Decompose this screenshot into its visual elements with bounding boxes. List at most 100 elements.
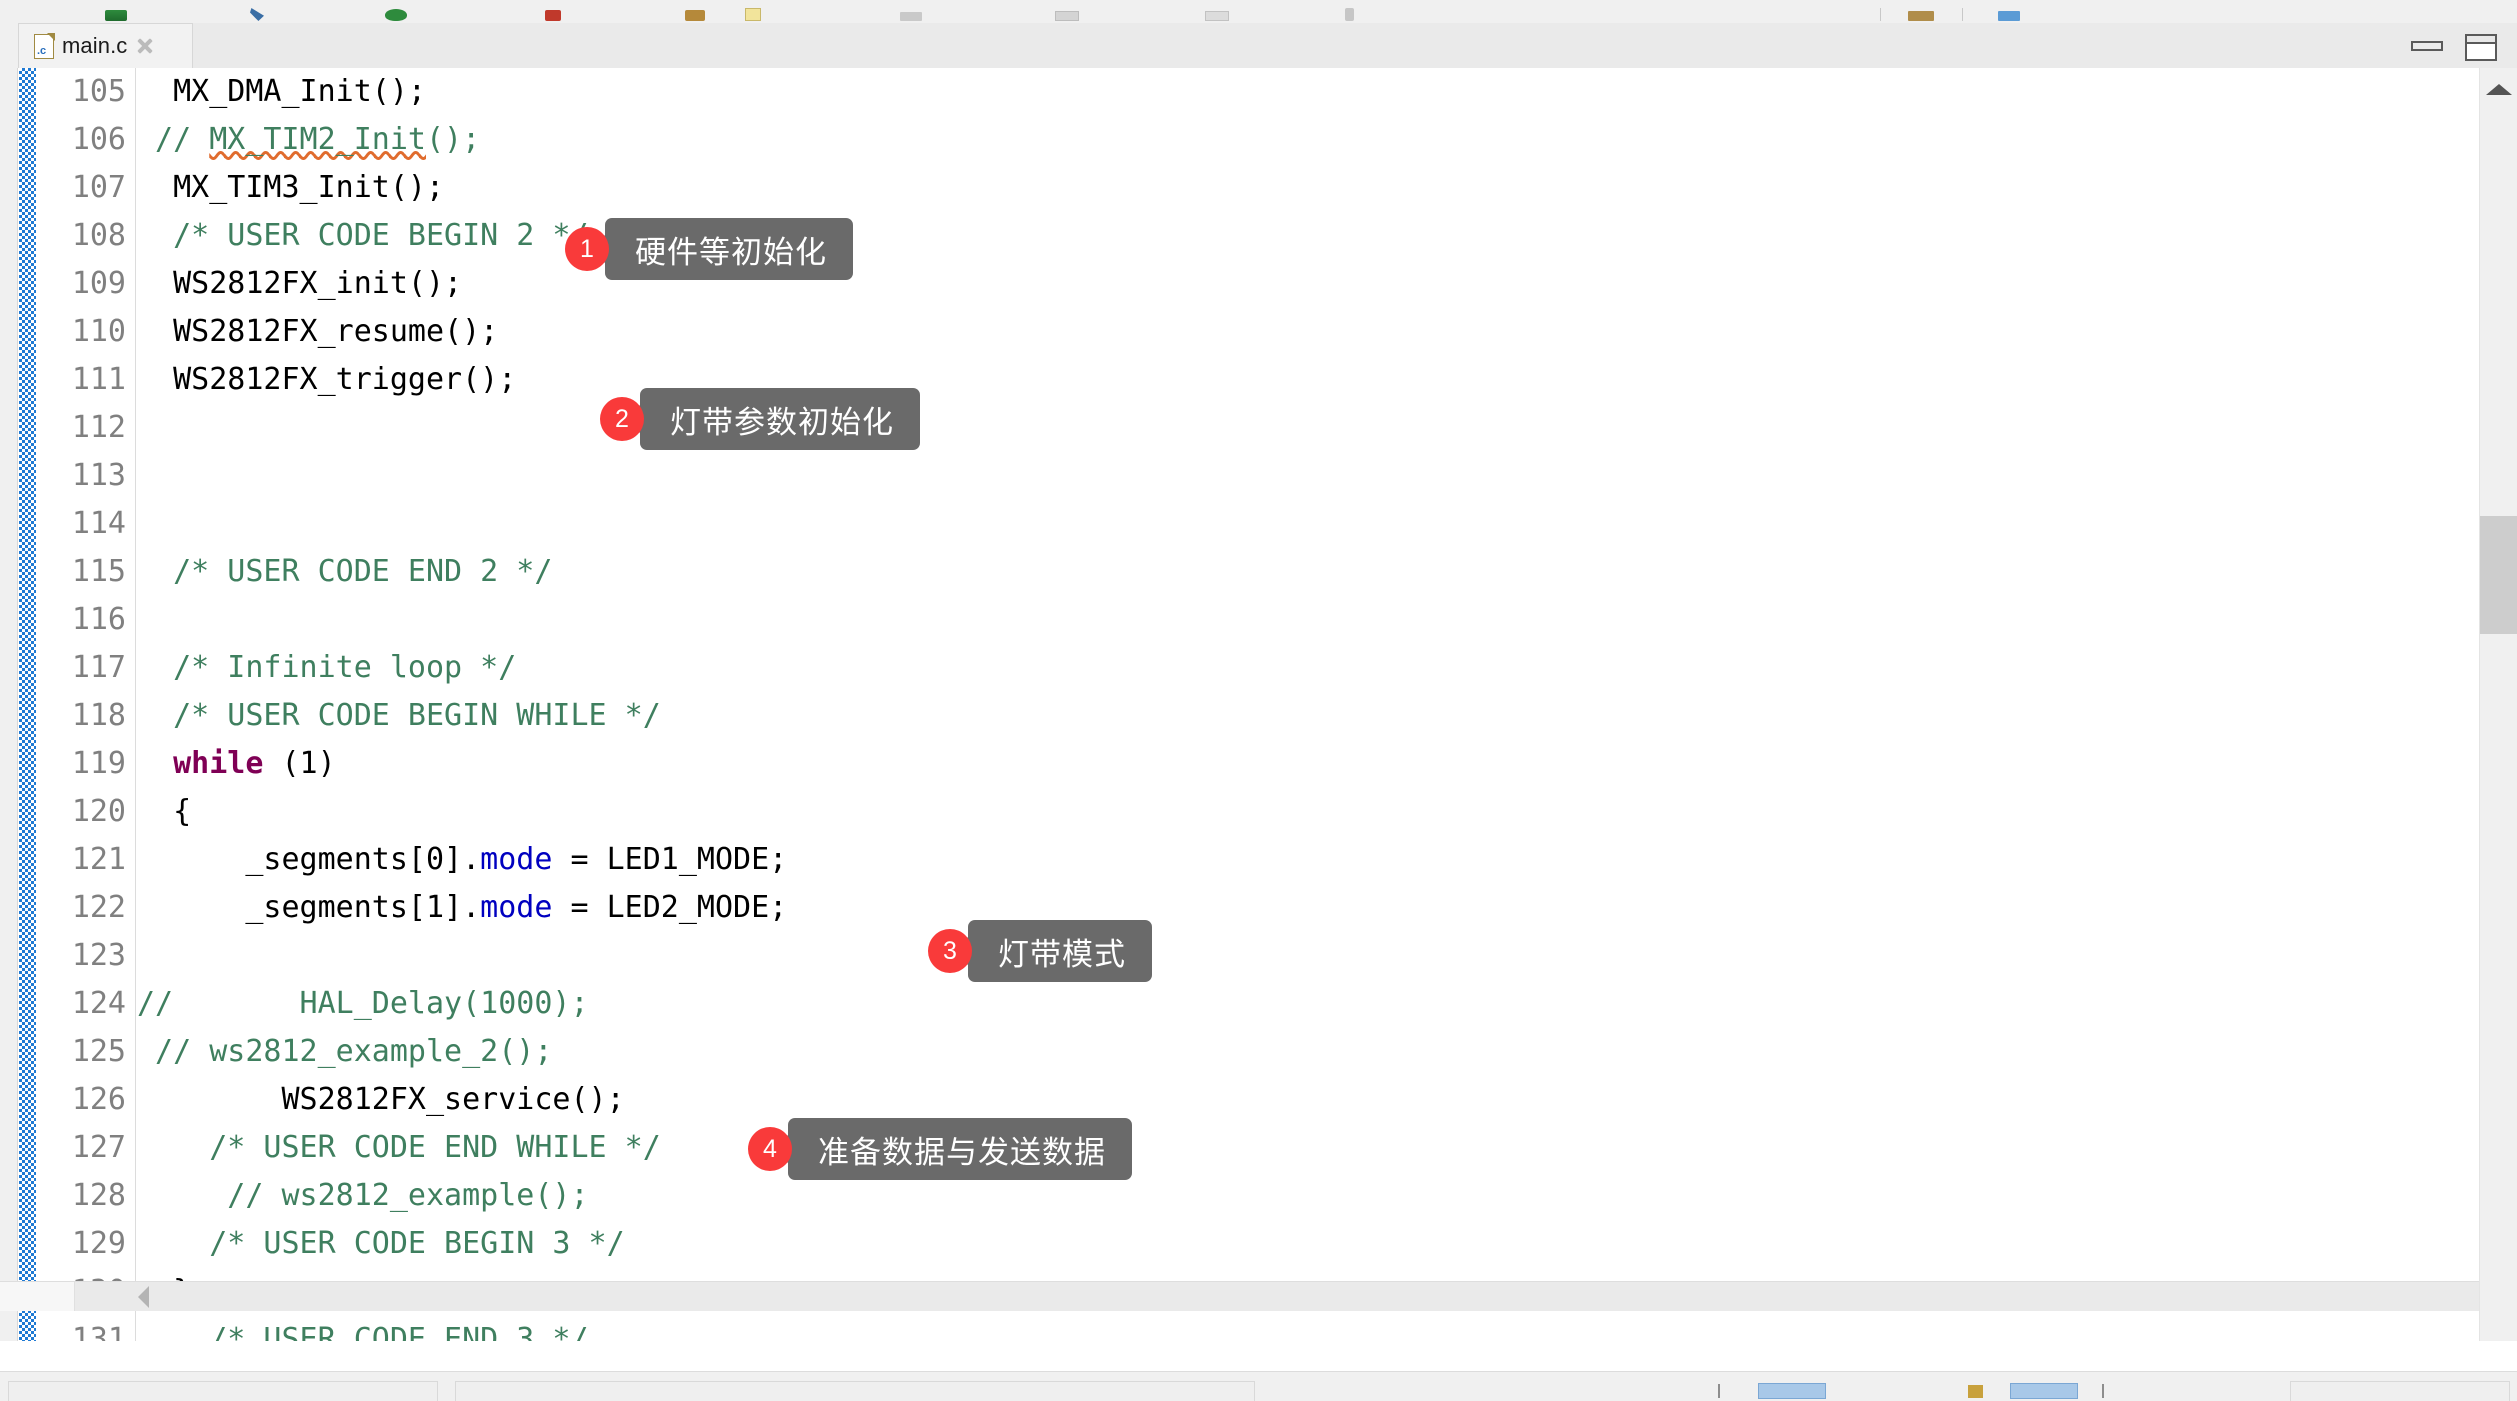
line-text: /* Infinite loop */ bbox=[137, 644, 516, 692]
code-line[interactable]: 119 while (1) bbox=[0, 740, 2517, 788]
annotation-badge: 3 bbox=[928, 929, 972, 973]
line-number: 122 bbox=[71, 890, 126, 925]
c-file-icon-letter: .c bbox=[37, 44, 47, 57]
code-editor[interactable]: 105 MX_DMA_Init(); 106 // MX_TIM2_Init();… bbox=[0, 68, 2517, 1341]
line-text: /* USER CODE BEGIN 2 */ bbox=[137, 212, 588, 260]
close-icon[interactable] bbox=[135, 37, 154, 56]
line-number: 118 bbox=[71, 698, 126, 733]
line-number: 111 bbox=[71, 362, 126, 397]
toolbar-icon-debug[interactable] bbox=[385, 9, 407, 21]
code-line[interactable]: 116 bbox=[0, 596, 2517, 644]
code-line[interactable]: 120 { bbox=[0, 788, 2517, 836]
code-token: /* USER CODE BEGIN WHILE */ bbox=[137, 698, 661, 733]
code-line[interactable]: 121 _segments[0].mode = LED1_MODE; bbox=[0, 836, 2517, 884]
toolbar-icon-note[interactable] bbox=[745, 8, 761, 21]
scrollbar-corner bbox=[0, 1282, 75, 1311]
code-line[interactable]: 122 _segments[1].mode = LED2_MODE; bbox=[0, 884, 2517, 932]
minimize-icon[interactable] bbox=[2411, 41, 2443, 51]
code-token: MX_TIM3_Init(); bbox=[137, 170, 445, 205]
code-line[interactable]: 106 // MX_TIM2_Init(); bbox=[0, 116, 2517, 164]
code-line[interactable]: 110 WS2812FX_resume(); bbox=[0, 308, 2517, 356]
status-panel-right[interactable] bbox=[2290, 1381, 2510, 1401]
code-line[interactable]: 129 /* USER CODE BEGIN 3 */ bbox=[0, 1220, 2517, 1268]
vertical-scrollbar-thumb[interactable] bbox=[2480, 516, 2517, 634]
code-token: mode bbox=[480, 890, 553, 925]
annotation-badge: 4 bbox=[748, 1127, 792, 1171]
line-text: WS2812FX_resume(); bbox=[137, 308, 498, 356]
code-line[interactable]: 113 bbox=[0, 452, 2517, 500]
line-number: 121 bbox=[71, 842, 126, 877]
code-line[interactable]: 131 /* USER CODE END 3 */ bbox=[0, 1316, 2517, 1341]
code-token: = LED1_MODE; bbox=[552, 842, 788, 877]
vertical-scrollbar[interactable] bbox=[2479, 68, 2517, 1341]
toolbar-strip[interactable] bbox=[0, 0, 2517, 22]
code-line[interactable]: 117 /* Infinite loop */ bbox=[0, 644, 2517, 692]
code-line[interactable]: 128 // ws2812_example(); bbox=[0, 1172, 2517, 1220]
toolbar-icon-panel-a[interactable] bbox=[900, 12, 922, 21]
toolbar-icon-folder[interactable] bbox=[685, 10, 705, 21]
status-item-b[interactable] bbox=[2010, 1383, 2078, 1399]
line-text: // ws2812_example(); bbox=[137, 1172, 589, 1220]
line-text: while (1) bbox=[137, 740, 336, 788]
line-number: 109 bbox=[71, 266, 126, 301]
toolbar-icon-run[interactable] bbox=[105, 10, 127, 21]
annotation-callout: 2 灯带参数初始化 bbox=[600, 388, 920, 450]
toolbar-icon-panel-b[interactable] bbox=[1055, 11, 1079, 21]
code-token: _segments[1]. bbox=[137, 890, 481, 925]
code-token: /* USER CODE END 2 */ bbox=[137, 554, 553, 589]
code-line[interactable]: 108 /* USER CODE BEGIN 2 */ bbox=[0, 212, 2517, 260]
horizontal-scrollbar[interactable] bbox=[0, 1281, 2517, 1311]
code-line[interactable]: 109 WS2812FX_init(); bbox=[0, 260, 2517, 308]
code-line[interactable]: 127 /* USER CODE END WHILE */ bbox=[0, 1124, 2517, 1172]
scroll-up-icon[interactable] bbox=[2480, 68, 2517, 110]
code-line[interactable]: 125 // ws2812_example_2(); bbox=[0, 1028, 2517, 1076]
status-item-a[interactable] bbox=[1758, 1383, 1826, 1399]
line-text: _segments[1].mode = LED2_MODE; bbox=[137, 884, 787, 932]
code-text-area[interactable]: 105 MX_DMA_Init(); 106 // MX_TIM2_Init();… bbox=[0, 68, 2517, 1341]
code-token: // ws2812_example(); bbox=[137, 1178, 589, 1213]
code-line[interactable]: 118 /* USER CODE BEGIN WHILE */ bbox=[0, 692, 2517, 740]
tab-main-c[interactable]: .c main.c bbox=[18, 23, 193, 68]
line-text: // HAL_Delay(1000); bbox=[137, 980, 589, 1028]
annotation-label: 准备数据与发送数据 bbox=[788, 1118, 1132, 1180]
status-tick-a bbox=[1718, 1384, 1720, 1398]
code-token: /* USER CODE BEGIN 3 */ bbox=[137, 1226, 625, 1261]
status-panel-left[interactable] bbox=[8, 1381, 438, 1401]
line-text: _segments[0].mode = LED1_MODE; bbox=[137, 836, 787, 884]
line-number: 114 bbox=[71, 506, 126, 541]
status-panel-mid[interactable] bbox=[455, 1381, 1255, 1401]
code-token: WS2812FX_resume(); bbox=[137, 314, 499, 349]
scroll-left-icon[interactable] bbox=[128, 1282, 158, 1311]
code-token: /* USER CODE END WHILE */ bbox=[137, 1130, 661, 1165]
code-line[interactable]: 111 WS2812FX_trigger(); bbox=[0, 356, 2517, 404]
line-number: 126 bbox=[71, 1082, 126, 1117]
editor-tab-bar: .c main.c bbox=[0, 21, 2517, 68]
code-token: (); bbox=[426, 122, 481, 157]
toolbar-icon-perspective-c[interactable] bbox=[1908, 11, 1934, 21]
code-line[interactable]: 107 MX_TIM3_Init(); bbox=[0, 164, 2517, 212]
code-token: { bbox=[137, 794, 192, 829]
code-token: MX_TIM2_Init bbox=[209, 122, 426, 157]
code-line[interactable]: 112 bbox=[0, 404, 2517, 452]
annotation-label: 灯带模式 bbox=[968, 920, 1152, 982]
code-token: // bbox=[137, 122, 210, 157]
line-text: WS2812FX_init(); bbox=[137, 260, 462, 308]
status-item-folder[interactable] bbox=[1968, 1385, 1983, 1398]
code-line[interactable]: 124 // HAL_Delay(1000); bbox=[0, 980, 2517, 1028]
line-text: MX_DMA_Init(); bbox=[137, 68, 426, 116]
toolbar-icon-pin[interactable] bbox=[1345, 8, 1354, 21]
code-line[interactable]: 115 /* USER CODE END 2 */ bbox=[0, 548, 2517, 596]
line-number: 115 bbox=[71, 554, 126, 589]
toolbar-icon-build[interactable] bbox=[250, 8, 264, 21]
toolbar-icon-stop[interactable] bbox=[545, 10, 561, 21]
toolbar-icon-perspective-debug[interactable] bbox=[1998, 11, 2020, 21]
toolbar-icon-panel-c[interactable] bbox=[1205, 11, 1229, 21]
code-token: // ws2812_example_2(); bbox=[137, 1034, 553, 1069]
code-line[interactable]: 105 MX_DMA_Init(); bbox=[0, 68, 2517, 116]
code-line[interactable]: 126 WS2812FX_service(); bbox=[0, 1076, 2517, 1124]
code-line[interactable]: 114 bbox=[0, 500, 2517, 548]
maximize-icon[interactable] bbox=[2465, 34, 2497, 61]
code-line[interactable]: 123 bbox=[0, 932, 2517, 980]
annotation-label: 灯带参数初始化 bbox=[640, 388, 920, 450]
